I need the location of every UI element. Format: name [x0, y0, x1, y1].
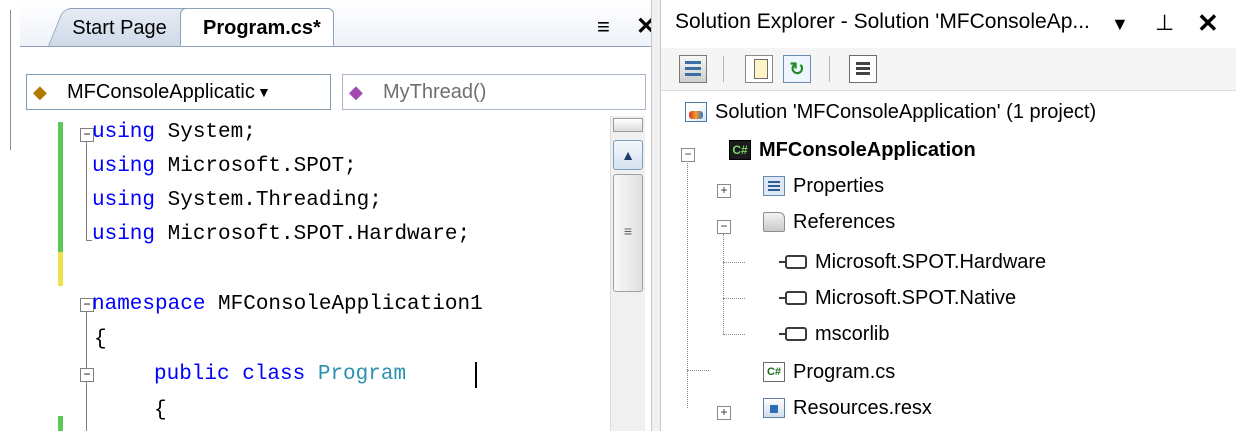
keyword: using [92, 121, 156, 144]
tree-line [723, 334, 745, 335]
document-tab-strip: Start Page Program.cs* ≡ ✕ [20, 0, 656, 47]
refresh-icon[interactable]: ↻ [783, 55, 811, 83]
reference-icon [779, 255, 807, 269]
dropdown-pin-icon[interactable]: ≡ [597, 14, 610, 40]
saved-change-marker [58, 416, 63, 431]
resource-file-icon [763, 398, 785, 418]
code-editor-panel: Start Page Program.cs* ≡ ✕ ◆ MFConsoleAp… [0, 0, 656, 431]
code-text: Microsoft.SPOT.Hardware; [155, 223, 471, 246]
class-icon: ◆ [33, 82, 47, 102]
code-text: System; [155, 121, 256, 144]
code-text-area[interactable]: − − − using System; using Microsoft.SPOT… [26, 116, 616, 431]
solution-tree: Solution 'MFConsoleApplication' (1 proje… [661, 92, 1236, 431]
code-line: using Microsoft.SPOT; [92, 150, 357, 184]
tab-label: Program.cs* [203, 17, 321, 39]
tree-item-label: Program.cs [793, 361, 896, 383]
collapse-icon[interactable]: − [681, 148, 695, 162]
collapse-icon[interactable]: − [717, 220, 731, 234]
properties-folder-icon [763, 176, 785, 196]
splitter-handle[interactable] [613, 118, 643, 132]
toolbar-separator [723, 56, 724, 82]
tree-item-label: MFConsoleApplication [759, 139, 976, 161]
type-name: Program [317, 363, 407, 386]
saved-change-marker [58, 122, 63, 252]
code-line: using System; [92, 116, 256, 150]
solution-explorer-toolbar: ↻ [661, 48, 1236, 91]
solution-explorer-header: Solution Explorer - Solution 'MFConsoleA… [661, 0, 1236, 44]
reference-icon [779, 327, 807, 341]
text-caret [475, 362, 477, 388]
dropdown-icon[interactable]: ▼ [1111, 14, 1129, 35]
keyword: using [92, 155, 156, 178]
class-dropdown-value: MFConsoleApplicatic [67, 81, 255, 103]
collapse-icon[interactable]: − [80, 368, 94, 382]
csharp-project-icon: C# [729, 140, 751, 160]
tab-label: Start Page [72, 17, 167, 39]
method-icon: ◆ [349, 82, 363, 102]
vertical-scrollbar[interactable]: ▲ ≡ [610, 116, 645, 431]
tree-item-label: References [793, 211, 896, 233]
expand-icon[interactable]: + [717, 184, 731, 198]
code-line: { [154, 394, 167, 428]
code-text: System.Threading; [155, 189, 382, 212]
tree-line [723, 298, 745, 299]
solution-icon [685, 102, 707, 122]
csharp-file-icon: C# [763, 362, 785, 382]
properties-icon[interactable] [679, 55, 707, 83]
solution-explorer-panel: Solution Explorer - Solution 'MFConsoleA… [661, 0, 1236, 431]
keyword: namespace [92, 293, 206, 316]
tree-item-label: Resources.resx [793, 397, 932, 419]
tree-item-label: Solution 'MFConsoleApplication' (1 proje… [715, 101, 1097, 123]
code-text: { [94, 328, 107, 351]
panel-title: Solution Explorer - Solution 'MFConsoleA… [675, 10, 1090, 33]
outline-line [86, 142, 87, 240]
toolbar-separator [829, 56, 830, 82]
code-line: using System.Threading; [92, 184, 382, 218]
code-text: MFConsoleApplication1 [205, 293, 483, 316]
code-line: using Microsoft.SPOT.Hardware; [92, 218, 470, 252]
folder-icon [763, 212, 785, 232]
member-dropdown[interactable]: ◆ MyThread() ▼ [342, 74, 646, 110]
keyword: public class [154, 363, 306, 386]
navigation-bar: ◆ MFConsoleApplicatic ▼ ◆ MyThread() ▼ [26, 70, 646, 114]
tab-program-cs[interactable]: Program.cs* [180, 8, 334, 46]
keyword: using [92, 189, 156, 212]
expand-icon[interactable]: + [717, 406, 731, 420]
close-icon[interactable]: ✕ [1197, 8, 1219, 39]
member-dropdown-value: MyThread() [383, 81, 487, 103]
code-line: { [94, 323, 107, 357]
chevron-down-icon[interactable]: ▼ [257, 75, 271, 109]
code-text: { [154, 399, 167, 422]
tree-item-label: Properties [793, 175, 885, 197]
pin-icon[interactable]: ⊥ [1155, 10, 1174, 36]
scrollbar-thumb[interactable]: ≡ [613, 174, 643, 292]
reference-icon [779, 291, 807, 305]
code-line: namespace MFConsoleApplication1 [92, 288, 483, 322]
keyword: using [92, 223, 156, 246]
show-all-files-icon[interactable] [745, 55, 773, 83]
panel-splitter[interactable] [651, 0, 661, 431]
tree-item-label: mscorlib [815, 323, 890, 345]
tree-line [723, 234, 724, 334]
window-edge [10, 10, 11, 150]
class-dropdown[interactable]: ◆ MFConsoleApplicatic ▼ [26, 74, 331, 110]
tree-item-label: Microsoft.SPOT.Native [815, 287, 1017, 309]
view-class-diagram-icon[interactable] [849, 55, 877, 83]
scroll-up-icon[interactable]: ▲ [613, 140, 643, 170]
tree-line [687, 370, 709, 371]
unsaved-change-marker [58, 252, 63, 286]
code-line: public class Program [154, 358, 406, 392]
tree-item-label: Microsoft.SPOT.Hardware [815, 251, 1047, 273]
code-text: Microsoft.SPOT; [155, 155, 357, 178]
tree-line [723, 262, 745, 263]
